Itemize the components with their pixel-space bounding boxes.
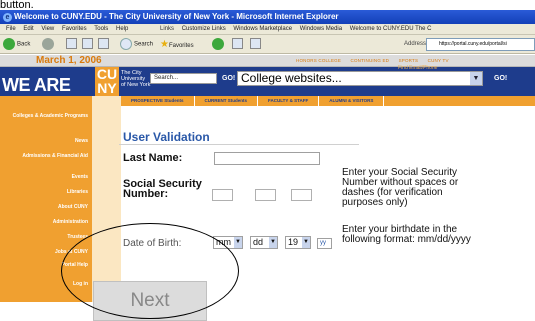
menu-view[interactable]: View (41, 26, 54, 32)
print-icon (250, 38, 261, 49)
college-go-button[interactable]: GO! (494, 73, 507, 84)
link-customize[interactable]: Customize Links (182, 26, 226, 32)
nav-prospective[interactable]: PROSPECTIVE Students (121, 96, 195, 106)
menu-help[interactable]: Help (116, 26, 128, 32)
browser-toolbar: Back Search ★Favorites Address https://p… (0, 35, 535, 54)
back-arrow-icon (3, 38, 15, 50)
dob-yy-input[interactable]: yy (317, 238, 332, 249)
window-title-bar: e Welcome to CUNY.EDU - The City Univers… (0, 10, 535, 24)
menu-tools[interactable]: Tools (94, 26, 108, 32)
last-name-input[interactable] (214, 152, 320, 165)
nav-sports[interactable]: SPORTS (399, 58, 419, 63)
dob-year-select[interactable]: 19 ▼ (285, 236, 311, 249)
nav-honors[interactable]: HONORS COLLEGE (296, 58, 341, 63)
site-header: WE ARE CU NY The City University of New Y… (0, 65, 535, 96)
highlight-circle (61, 223, 239, 319)
ssn-label: Social Security Number: (123, 178, 202, 200)
nav-continuing-ed[interactable]: CONTINUING ED (351, 58, 390, 63)
audience-nav: PROSPECTIVE Students CURRENT Students FACU… (121, 96, 535, 106)
date-bar: March 1, 2006 HONORS COLLEGE CONTINUING … (0, 55, 535, 67)
home-button[interactable] (98, 38, 109, 51)
sidebar-item-events[interactable]: Events (8, 174, 88, 180)
forward-arrow-icon (42, 38, 54, 50)
nav-current[interactable]: CURRENT Students (195, 96, 259, 106)
menu-edit[interactable]: Edit (23, 26, 33, 32)
search-button[interactable]: Search (120, 38, 153, 51)
last-name-label: Last Name: (123, 152, 183, 164)
menu-favorites[interactable]: Favorites (62, 26, 87, 32)
back-button[interactable]: Back (3, 38, 30, 51)
link-marketplace[interactable]: Windows Marketplace (233, 26, 292, 32)
history-icon (212, 38, 224, 50)
nav-alumni[interactable]: ALUMNI & VISITORS (319, 96, 385, 106)
find-email-link[interactable]: Find Email/Phone (398, 65, 437, 71)
history-button[interactable] (212, 38, 226, 51)
ssn-help-text: Enter your Social Security Number withou… (342, 167, 459, 208)
dob-day-select[interactable]: dd ▼ (250, 236, 278, 249)
caption-text: button. (0, 0, 535, 10)
link-cuny[interactable]: Welcome to CUNY.EDU The C (350, 26, 432, 32)
address-label: Address (404, 41, 427, 47)
chevron-down-icon: ▼ (302, 237, 310, 248)
chevron-down-icon: ▼ (234, 237, 242, 248)
address-bar[interactable]: https://portal.cuny.edu/portal/si (426, 38, 535, 51)
nav-faculty[interactable]: FACULTY & STAFF (258, 96, 320, 106)
star-icon: ★ (160, 39, 169, 50)
university-name: The City University of New York (121, 70, 151, 88)
cuny-logo[interactable]: CU NY (95, 67, 119, 96)
ssn-part-2-input[interactable] (255, 189, 276, 201)
favorites-button[interactable]: ★Favorites (160, 38, 194, 51)
link-media[interactable]: Windows Media (300, 26, 342, 32)
mail-icon (232, 38, 243, 49)
chevron-down-icon: ▼ (269, 237, 277, 248)
date-text: March 1, 2006 (36, 55, 102, 66)
sidebar-item-libraries[interactable]: Libraries (8, 189, 88, 195)
chevron-down-icon: ▼ (470, 72, 482, 85)
menu-file[interactable]: File (6, 26, 16, 32)
sidebar-item-colleges[interactable]: Colleges & Academic Programs (8, 113, 88, 119)
we-are-text: WE ARE (2, 75, 71, 95)
sidebar-item-about[interactable]: About CUNY (8, 204, 88, 210)
form-title: User Validation (123, 130, 210, 144)
search-go-button[interactable]: GO! (222, 73, 235, 84)
ssn-part-1-input[interactable] (212, 189, 233, 201)
ssn-part-3-input[interactable] (291, 189, 312, 201)
refresh-button[interactable] (82, 38, 93, 51)
site-search-input[interactable]: Search... (150, 73, 217, 84)
window-title: Welcome to CUNY.EDU - The City Universit… (14, 12, 339, 21)
sidebar-item-administration[interactable]: Administration (8, 219, 88, 225)
college-websites-select[interactable]: College websites... ▼ (237, 71, 483, 86)
dob-help-text: Enter your birthdate in the following fo… (342, 224, 471, 245)
menu-bar: File Edit View Favorites Tools Help Link… (0, 24, 535, 35)
ie-icon: e (3, 13, 12, 22)
links-label: Links (160, 26, 175, 32)
sidebar-item-trustees[interactable]: Trustees (8, 234, 88, 240)
stop-button[interactable] (66, 38, 77, 51)
refresh-icon (82, 38, 93, 49)
sidebar-item-news[interactable]: News (8, 138, 88, 144)
stop-icon (66, 38, 77, 49)
sidebar-item-admissions[interactable]: Admissions & Financial Aid (8, 153, 88, 159)
search-icon (120, 38, 132, 50)
print-button[interactable] (250, 38, 261, 51)
forward-button[interactable] (42, 38, 56, 51)
nav-cuny-tv[interactable]: CUNY TV (428, 58, 449, 63)
home-icon (98, 38, 109, 49)
mail-button[interactable] (232, 38, 243, 51)
title-divider (119, 144, 359, 145)
